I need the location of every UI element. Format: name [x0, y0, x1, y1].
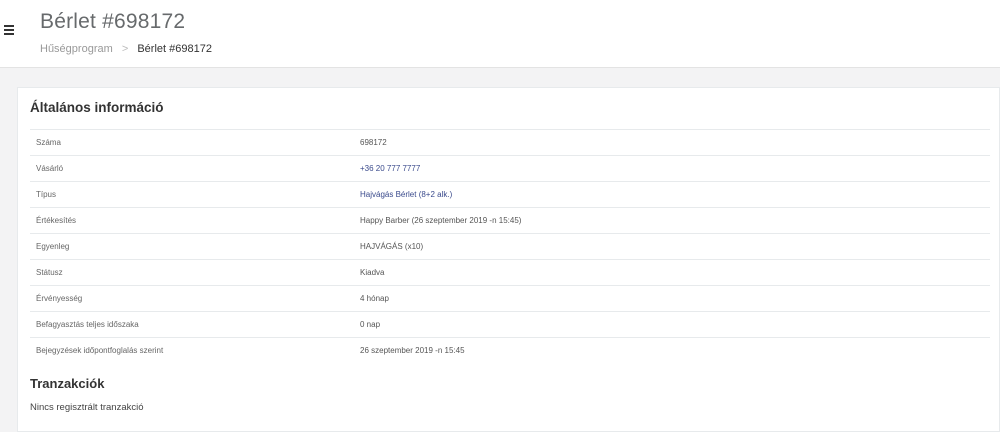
breadcrumb-current: Bérlet #698172	[137, 43, 212, 55]
info-row-sale: Értékesítés Happy Barber (26 szeptember …	[30, 207, 990, 234]
info-value: 26 szeptember 2019 -n 15:45	[354, 337, 990, 363]
info-label: Száma	[30, 129, 354, 156]
info-label: Típus	[30, 181, 354, 208]
info-value: 698172	[354, 129, 990, 156]
hamburger-menu-icon[interactable]	[4, 25, 14, 39]
page-title: Bérlet #698172	[40, 10, 186, 33]
info-row-validity: Érvényesség 4 hónap	[30, 285, 990, 312]
breadcrumb-link-loyalty[interactable]: Hűségprogram	[40, 43, 113, 55]
info-row-booking-entries: Bejegyzések időpontfoglalás szerint 26 s…	[30, 337, 990, 363]
info-row-customer: Vásárló +36 20 777 7777	[30, 155, 990, 182]
info-row-freeze-period: Befagyasztás teljes időszaka 0 nap	[30, 311, 990, 338]
customer-link[interactable]: +36 20 777 7777	[360, 164, 420, 173]
transactions-empty-message: Nincs regisztrált tranzakció	[30, 402, 144, 413]
general-info-title: Általános információ	[30, 100, 164, 115]
info-value: 0 nap	[354, 311, 990, 338]
info-label: Vásárló	[30, 155, 354, 182]
breadcrumb: Hűségprogram > Bérlet #698172	[40, 43, 212, 55]
info-label: Érvényesség	[30, 285, 354, 312]
info-value: Happy Barber (26 szeptember 2019 -n 15:4…	[354, 207, 990, 234]
info-label: Értékesítés	[30, 207, 354, 234]
info-label: Egyenleg	[30, 233, 354, 260]
info-label: Státusz	[30, 259, 354, 286]
info-value: Kiadva	[354, 259, 990, 286]
info-row-type: Típus Hajvágás Bérlet (8+2 alk.)	[30, 181, 990, 208]
info-row-balance: Egyenleg HAJVÁGÁS (x10)	[30, 233, 990, 260]
details-card: Általános információ Száma 698172 Vásárl…	[17, 87, 1000, 432]
info-value-cell: +36 20 777 7777	[354, 155, 990, 182]
general-info-table: Száma 698172 Vásárló +36 20 777 7777 Típ…	[30, 129, 990, 363]
info-row-number: Száma 698172	[30, 129, 990, 156]
info-value: HAJVÁGÁS (x10)	[354, 233, 990, 260]
info-label: Bejegyzések időpontfoglalás szerint	[30, 337, 354, 363]
info-row-status: Státusz Kiadva	[30, 259, 990, 286]
info-value-cell: Hajvágás Bérlet (8+2 alk.)	[354, 181, 990, 208]
transactions-title: Tranzakciók	[30, 376, 105, 391]
pass-type-link[interactable]: Hajvágás Bérlet (8+2 alk.)	[360, 190, 452, 199]
info-label: Befagyasztás teljes időszaka	[30, 311, 354, 338]
breadcrumb-separator: >	[121, 43, 129, 55]
info-value: 4 hónap	[354, 285, 990, 312]
page-header: Bérlet #698172 Hűségprogram > Bérlet #69…	[0, 0, 1000, 68]
